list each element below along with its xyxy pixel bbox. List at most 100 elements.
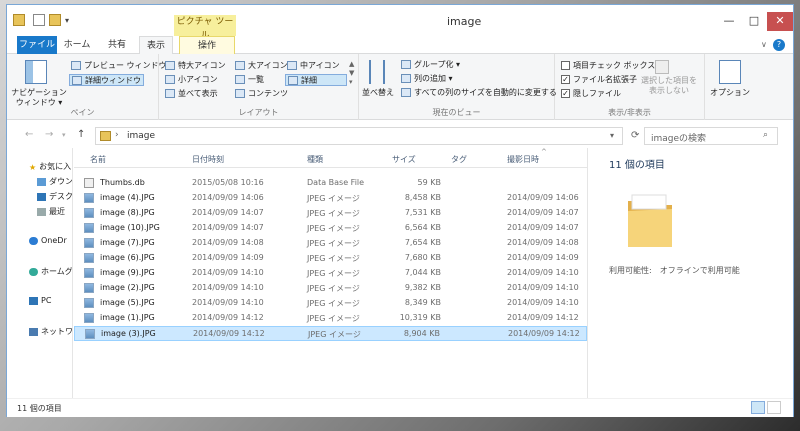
table-row[interactable]: image (3).JPG 2014/09/09 14:12 JPEG イメージ 8,… [74, 326, 587, 341]
table-row[interactable]: Thumbs.db 2015/05/08 10:16 Data Base File 5… [74, 176, 587, 191]
nav-item-downloads[interactable]: ダウン [37, 176, 72, 187]
search-input[interactable]: imageの検索 ⌕ [644, 127, 778, 145]
small-icons-option[interactable]: 小アイコン [165, 74, 218, 86]
recent-dropdown-icon[interactable]: ▾ [62, 131, 66, 139]
tiles-option[interactable]: 並べて表示 [165, 88, 218, 100]
download-folder-icon [37, 177, 46, 186]
up-button[interactable]: ↑ [77, 129, 85, 140]
list-view-icon [235, 75, 245, 84]
address-bar[interactable]: › image ▾ [95, 127, 623, 145]
xl-icons-label: 特大アイコン [178, 61, 226, 70]
table-row[interactable]: image (2).JPG 2014/09/09 14:10 JPEG イメージ 9,… [74, 281, 587, 296]
availability-text: 利用可能性: オフラインで利用可能 [609, 266, 740, 275]
cloud-icon [29, 236, 38, 245]
maximize-button[interactable]: □ [742, 12, 766, 31]
breadcrumb-chevron-icon[interactable]: › [115, 130, 119, 140]
show-hide-group: 項目チェック ボックス ✓ ファイル名拡張子 ✓ 隠しファイル 選択した項目を 表示… [555, 54, 705, 120]
title-bar: ▾ ピクチャ ツール image — □ ✕ [7, 5, 793, 41]
help-icon[interactable]: ? [773, 39, 785, 51]
address-dropdown-icon[interactable]: ▾ [610, 131, 614, 140]
table-row[interactable]: image (10).JPG 2014/09/09 14:07 JPEG イメージ 6… [74, 221, 587, 236]
file-size: 6,564 KB [404, 223, 441, 232]
add-columns-button[interactable]: 列の追加 ▾ [401, 73, 453, 85]
table-row[interactable]: image (4).JPG 2014/09/09 14:06 JPEG イメージ 8,… [74, 191, 587, 206]
list-option[interactable]: 一覧 [235, 74, 264, 86]
file-date: 2014/09/09 14:10 [192, 298, 264, 307]
details-view-icon [288, 76, 298, 85]
table-row[interactable]: image (9).JPG 2014/09/09 14:10 JPEG イメージ 7,… [74, 266, 587, 281]
nav-item-network[interactable]: ネットワ [29, 326, 72, 337]
file-date: 2014/09/09 14:10 [192, 268, 264, 277]
options-icon[interactable] [719, 60, 741, 84]
forward-button[interactable]: → [45, 129, 53, 140]
sort-icon[interactable] [369, 60, 385, 84]
search-icon[interactable]: ⌕ [763, 130, 768, 140]
layout-scroll-icon[interactable]: ▲ ▼ ▾ [349, 60, 354, 87]
medium-icons-label: 中アイコン [300, 61, 340, 70]
tab-view[interactable]: 表示 [139, 36, 173, 54]
file-name: image (6).JPG [100, 253, 155, 262]
back-button[interactable]: ← [25, 129, 33, 140]
column-header-size[interactable]: サイズ [392, 154, 416, 165]
nav-item-pc[interactable]: PC [29, 296, 51, 305]
column-header-date[interactable]: 日付時刻 [192, 154, 224, 165]
close-button[interactable]: ✕ [767, 12, 793, 31]
large-icons-toggle-icon[interactable] [767, 401, 781, 414]
content-option[interactable]: コンテンツ [235, 88, 288, 100]
file-size: 7,531 KB [404, 208, 441, 217]
properties-icon[interactable] [33, 14, 45, 26]
nav-item-onedrive[interactable]: OneDr [29, 236, 67, 245]
new-folder-icon[interactable] [49, 14, 61, 26]
nav-item-desktop[interactable]: デスク [37, 191, 72, 202]
navigation-pane: ★お気に入り ダウン デスク 最近 OneDr ホームグ PC ネットワ [7, 148, 73, 398]
tab-file[interactable]: ファイル [17, 36, 57, 54]
nav-item-homegroup[interactable]: ホームグ [29, 266, 72, 277]
tab-home[interactable]: ホーム [59, 36, 95, 54]
nav-item-favorites[interactable]: ★お気に入り [29, 161, 72, 172]
ribbon-collapse-icon[interactable]: ∨ [761, 40, 767, 49]
minimize-button[interactable]: — [717, 12, 741, 31]
preview-pane-icon [71, 61, 81, 70]
homegroup-icon [29, 267, 38, 276]
medium-icons-option[interactable]: 中アイコン [287, 60, 340, 72]
file-name: image (8).JPG [100, 208, 155, 217]
size-columns-icon [401, 88, 411, 97]
current-view-group-label: 現在のビュー [432, 108, 481, 117]
xl-icons-option[interactable]: 特大アイコン [165, 60, 226, 72]
picture-tools-header: ピクチャ ツール [174, 15, 236, 41]
tab-share[interactable]: 共有 [99, 36, 135, 54]
refresh-button[interactable]: ⟳ [631, 130, 639, 141]
details-pane-button[interactable]: 詳細ウィンドウ [69, 74, 144, 86]
table-row[interactable]: image (6).JPG 2014/09/09 14:09 JPEG イメージ 7,… [74, 251, 587, 266]
group-by-button[interactable]: グループ化 ▾ [401, 59, 460, 71]
navigation-pane-icon[interactable] [25, 60, 47, 84]
breadcrumb-image[interactable]: image [127, 131, 155, 141]
large-icons-option[interactable]: 大アイコン [235, 60, 288, 72]
table-row[interactable]: image (8).JPG 2014/09/09 14:07 JPEG イメージ 7,… [74, 206, 587, 221]
tab-manage[interactable]: 操作 [179, 36, 235, 54]
details-pane-icon [72, 76, 82, 85]
hidden-items-toggle[interactable]: ✓ 隠しファイル [561, 88, 621, 100]
table-row[interactable]: image (7).JPG 2014/09/09 14:08 JPEG イメージ 7,… [74, 236, 587, 251]
details-view-option[interactable]: 詳細 [285, 74, 347, 86]
file-date: 2014/09/09 14:07 [192, 223, 264, 232]
column-header-tag[interactable]: タグ [451, 154, 467, 165]
preview-pane-button[interactable]: プレビュー ウィンドウ [71, 60, 167, 72]
column-header-type[interactable]: 種類 [307, 154, 323, 165]
item-checkboxes-toggle[interactable]: 項目チェック ボックス [561, 60, 655, 72]
nav-item-recent[interactable]: 最近 [37, 206, 65, 217]
details-view-toggle-icon[interactable] [751, 401, 765, 414]
column-header-name[interactable]: 名前 [90, 154, 106, 165]
nav-item-label: OneDr [41, 236, 67, 245]
quick-access-dropdown-icon[interactable]: ▾ [65, 16, 77, 28]
ribbon: ナビゲーション ウィンドウ ▾ プレビュー ウィンドウ 詳細ウィンドウ ペイン … [7, 54, 793, 120]
sort-button[interactable]: 並べ替え [361, 88, 395, 98]
navigation-pane-button[interactable]: ナビゲーション ウィンドウ ▾ [9, 88, 69, 108]
table-row[interactable]: image (5).JPG 2014/09/09 14:10 JPEG イメージ 8,… [74, 296, 587, 311]
size-all-columns-button[interactable]: すべての列のサイズを自動的に変更する [401, 87, 557, 99]
file-extensions-toggle[interactable]: ✓ ファイル名拡張子 [561, 74, 637, 86]
table-row[interactable]: image (1).JPG 2014/09/09 14:12 JPEG イメージ 10… [74, 311, 587, 326]
options-button[interactable]: オプション [707, 88, 753, 98]
column-header-taken[interactable]: 撮影日時 [507, 154, 539, 165]
file-taken: 2014/09/09 14:08 [507, 238, 579, 247]
